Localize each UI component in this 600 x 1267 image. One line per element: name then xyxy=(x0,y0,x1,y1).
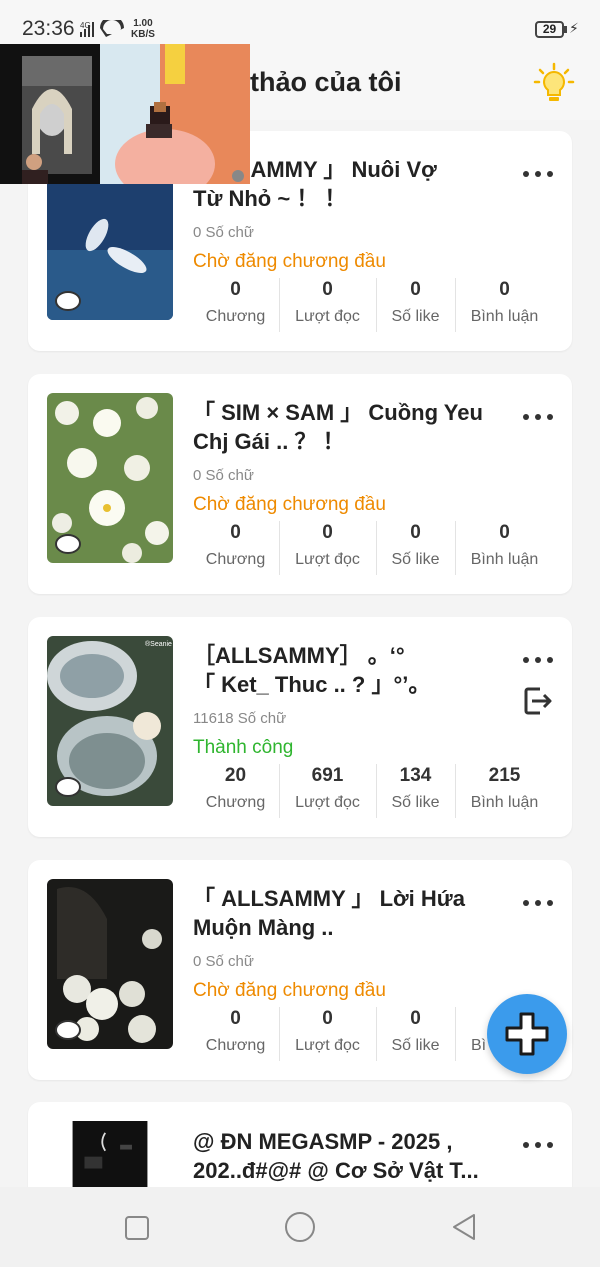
more-options-icon[interactable] xyxy=(522,169,554,179)
publish-status: Thành công xyxy=(193,737,294,758)
battery-indicator: 29 xyxy=(535,21,564,38)
publish-status: Chờ đăng chương đầu xyxy=(193,980,386,1001)
back-button[interactable] xyxy=(450,1212,478,1242)
story-stats: 20 Chương 691 Lượt đọc 134 Số like 215 Bình … xyxy=(193,762,553,822)
story-stats: 0 Chương 0 Lượt đọc 0 Số like 0 Bình luận xyxy=(193,276,553,336)
plus-icon xyxy=(505,1012,549,1056)
comments-count: 0 xyxy=(499,279,510,300)
reads-count: 0 xyxy=(322,279,333,300)
story-card[interactable]: 「 SIM × SAM 」 Cuồng Yeu Chj Gái .. ？ ！ 0… xyxy=(28,374,572,594)
chapters-label: Chương xyxy=(205,794,266,811)
chat-bubble-icon xyxy=(55,777,81,797)
likes-count: 0 xyxy=(410,1008,421,1029)
more-options-icon[interactable] xyxy=(522,655,554,665)
chapters-label: Chương xyxy=(205,308,266,325)
reads-label: Lượt đọc xyxy=(295,1037,360,1054)
likes-label: Số like xyxy=(391,1037,440,1054)
reads-label: Lượt đọc xyxy=(295,794,360,811)
comments-count: 215 xyxy=(488,765,521,786)
story-title[interactable]: 「 ALLSAMMY 」 Lời Hứa Muộn Màng .. xyxy=(193,884,523,942)
word-count: 0 Số chữ xyxy=(193,224,254,241)
likes-label: Số like xyxy=(391,308,440,325)
publish-status: Chờ đăng chương đầu xyxy=(193,494,386,515)
battery-tip xyxy=(564,26,567,33)
charging-icon: ⚡ xyxy=(569,20,579,36)
likes-label: Số like xyxy=(391,551,440,568)
recent-apps-button[interactable] xyxy=(124,1215,150,1241)
lightbulb-icon[interactable] xyxy=(532,60,576,106)
export-icon[interactable] xyxy=(522,685,554,717)
page-title: thảo của tôi xyxy=(250,67,402,97)
more-options-icon[interactable] xyxy=(522,898,554,908)
home-button[interactable] xyxy=(284,1211,316,1243)
reads-count: 0 xyxy=(322,522,333,543)
more-options-icon[interactable] xyxy=(522,1140,554,1150)
chapters-label: Chương xyxy=(205,1037,266,1054)
likes-count: 0 xyxy=(410,279,421,300)
story-title[interactable]: 「 SIM × SAM 」 Cuồng Yeu Chj Gái .. ？ ！ xyxy=(193,398,523,456)
comments-count: 0 xyxy=(499,522,510,543)
chapters-count: 0 xyxy=(230,279,241,300)
publish-status: Chờ đăng chương đầu xyxy=(193,251,386,272)
likes-label: Số like xyxy=(391,794,440,811)
signal-wifi-icon: 4G xyxy=(80,20,124,37)
word-count: 0 Số chữ xyxy=(193,467,254,484)
chat-bubble-icon xyxy=(55,1020,81,1040)
clock: 23:36 xyxy=(22,17,75,40)
word-count: 11618 Số chữ xyxy=(193,710,287,727)
add-story-button[interactable] xyxy=(487,994,567,1074)
comments-label: Bình luận xyxy=(470,308,539,325)
reads-label: Lượt đọc xyxy=(295,308,360,325)
likes-count: 0 xyxy=(410,522,421,543)
chapters-count: 0 xyxy=(230,522,241,543)
likes-count: 134 xyxy=(399,765,432,786)
chat-bubble-icon xyxy=(55,291,81,311)
chat-bubble-icon xyxy=(55,534,81,554)
chapters-label: Chương xyxy=(205,551,266,568)
comments-label: Bình luận xyxy=(470,551,539,568)
network-speed: 1.00 KB/S xyxy=(131,18,155,40)
word-count: 0 Số chữ xyxy=(193,953,254,970)
story-title[interactable]: @ ĐN MEGASMP - 2025 , 202..đ#@# @ Cơ Sở … xyxy=(193,1127,523,1185)
story-title[interactable]: ［ALLSAMMY］ 。‘° 「 Ket_ Thuc .. ? 」°’。 xyxy=(193,641,523,699)
svg-text:®Seanie: ®Seanie xyxy=(145,640,172,648)
chapters-count: 20 xyxy=(224,765,247,786)
story-stats: 0 Chương 0 Lượt đọc 0 Số like 0 Bình luận xyxy=(193,519,553,579)
reads-count: 0 xyxy=(322,1008,333,1029)
pip-video-overlay[interactable] xyxy=(0,44,250,184)
more-options-icon[interactable] xyxy=(522,412,554,422)
comments-label: Bình luận xyxy=(470,794,539,811)
system-nav-bar xyxy=(0,1187,600,1267)
chapters-count: 0 xyxy=(230,1008,241,1029)
reads-label: Lượt đọc xyxy=(295,551,360,568)
reads-count: 691 xyxy=(311,765,344,786)
story-card[interactable]: ®Seanie ［ALLSAMMY］ 。‘° 「 Ket_ Thuc .. ? … xyxy=(28,617,572,837)
